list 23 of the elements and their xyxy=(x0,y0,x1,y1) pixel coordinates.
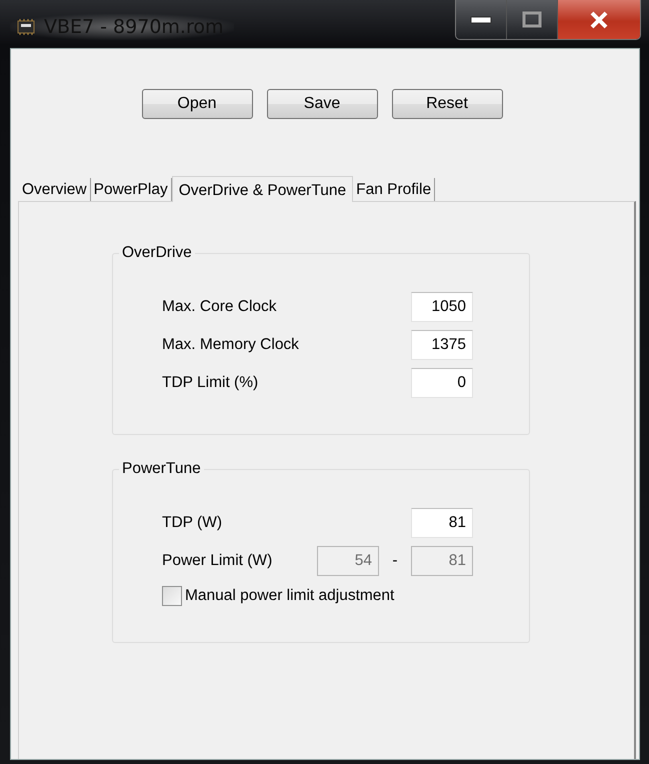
toolbar-button[interactable]: Open xyxy=(142,89,252,119)
field-label: TDP (W) xyxy=(162,514,223,532)
input-field[interactable]: 0 xyxy=(411,368,473,398)
toolbar-button[interactable]: Save xyxy=(266,89,378,119)
tab[interactable]: OverDrive & PowerTune xyxy=(172,176,354,202)
field-label: TDP Limit (%) xyxy=(162,374,260,392)
close-icon xyxy=(589,10,609,28)
chip-icon xyxy=(16,19,36,35)
input-field[interactable]: 81 xyxy=(411,508,473,538)
field-label: Max. Memory Clock xyxy=(162,336,300,354)
range-separator: - xyxy=(391,552,399,570)
minimize-button[interactable] xyxy=(456,0,507,39)
maximize-icon xyxy=(522,11,542,28)
close-button[interactable] xyxy=(558,0,640,39)
input-field[interactable]: 1375 xyxy=(411,330,473,360)
field-label: Power Limit (W) xyxy=(162,552,274,570)
checkbox-label[interactable]: Manual power limit adjustment xyxy=(185,587,394,605)
input-field[interactable]: 1050 xyxy=(411,292,473,322)
maximize-button[interactable] xyxy=(507,0,558,39)
minimize-icon xyxy=(470,16,492,24)
checkbox[interactable] xyxy=(162,586,182,606)
toolbar-button[interactable]: Reset xyxy=(392,89,502,119)
field-label: Max. Core Clock xyxy=(162,298,278,316)
